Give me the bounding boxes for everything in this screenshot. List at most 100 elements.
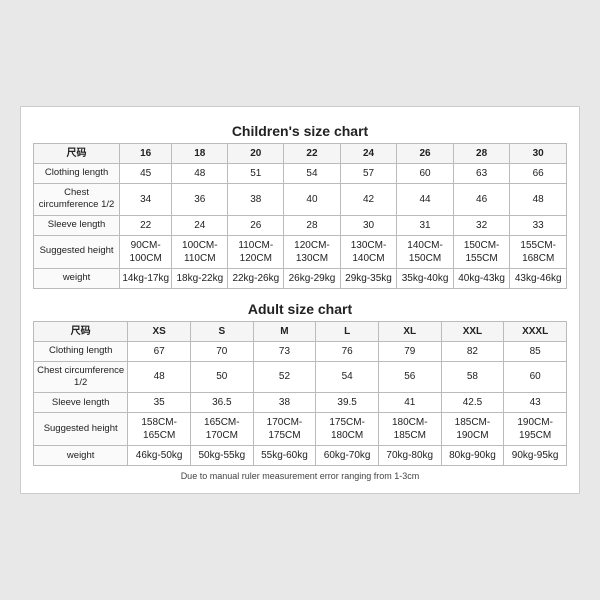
children-size-table: 尺码1618202224262830 Clothing length454851… xyxy=(33,143,567,289)
footer-note: Due to manual ruler measurement error ra… xyxy=(33,466,567,483)
adult-header-row: 尺码XSSMLXLXXLXXXL xyxy=(34,321,567,341)
cell-r4-c4: 29kg-35kg xyxy=(340,268,397,288)
row-label-2: Sleeve length xyxy=(34,393,128,413)
cell-r3-c1: 100CM-110CM xyxy=(172,235,228,268)
cell-r0-c5: 82 xyxy=(441,341,504,361)
cell-r0-c2: 73 xyxy=(253,341,316,361)
header-cell-8: 30 xyxy=(510,143,567,163)
cell-r0-c7: 66 xyxy=(510,163,567,183)
row-label-4: weight xyxy=(34,446,128,466)
table-row: Sleeve length2224262830313233 xyxy=(34,215,567,235)
header-cell-0: 尺码 xyxy=(34,143,120,163)
table-row: Chest circumference 1/248505254565860 xyxy=(34,361,567,393)
size-chart-container: Children's size chart 尺码1618202224262830… xyxy=(20,106,580,494)
header-cell-4: 22 xyxy=(284,143,341,163)
row-label-3: Suggested height xyxy=(34,413,128,446)
cell-r3-c5: 185CM-190CM xyxy=(441,413,504,446)
table-row: Chest circumference 1/23436384042444648 xyxy=(34,183,567,215)
cell-r0-c5: 60 xyxy=(397,163,454,183)
cell-r1-c2: 38 xyxy=(228,183,284,215)
cell-r4-c6: 40kg-43kg xyxy=(453,268,510,288)
cell-r0-c1: 48 xyxy=(172,163,228,183)
cell-r2-c2: 26 xyxy=(228,215,284,235)
table-row: Suggested height90CM-100CM100CM-110CM110… xyxy=(34,235,567,268)
header-cell-7: XXXL xyxy=(504,321,567,341)
cell-r1-c1: 50 xyxy=(190,361,253,393)
header-cell-4: L xyxy=(316,321,379,341)
header-cell-2: 18 xyxy=(172,143,228,163)
cell-r1-c4: 56 xyxy=(378,361,441,393)
header-cell-1: 16 xyxy=(120,143,172,163)
table-row: Clothing length67707376798285 xyxy=(34,341,567,361)
cell-r0-c6: 85 xyxy=(504,341,567,361)
cell-r4-c0: 46kg-50kg xyxy=(128,446,191,466)
cell-r3-c4: 130CM-140CM xyxy=(340,235,397,268)
header-cell-6: XXL xyxy=(441,321,504,341)
header-cell-2: S xyxy=(190,321,253,341)
cell-r3-c5: 140CM-150CM xyxy=(397,235,454,268)
cell-r1-c7: 48 xyxy=(510,183,567,215)
cell-r1-c4: 42 xyxy=(340,183,397,215)
cell-r2-c6: 32 xyxy=(453,215,510,235)
row-label-1: Chest circumference 1/2 xyxy=(34,183,120,215)
header-cell-6: 26 xyxy=(397,143,454,163)
cell-r1-c2: 52 xyxy=(253,361,316,393)
cell-r4-c7: 43kg-46kg xyxy=(510,268,567,288)
cell-r1-c3: 40 xyxy=(284,183,341,215)
cell-r0-c4: 57 xyxy=(340,163,397,183)
cell-r0-c3: 54 xyxy=(284,163,341,183)
cell-r2-c6: 43 xyxy=(504,393,567,413)
cell-r1-c5: 58 xyxy=(441,361,504,393)
cell-r3-c3: 120CM-130CM xyxy=(284,235,341,268)
row-label-3: Suggested height xyxy=(34,235,120,268)
cell-r0-c2: 51 xyxy=(228,163,284,183)
cell-r4-c3: 60kg-70kg xyxy=(316,446,379,466)
cell-r2-c2: 38 xyxy=(253,393,316,413)
cell-r2-c4: 41 xyxy=(378,393,441,413)
cell-r1-c3: 54 xyxy=(316,361,379,393)
cell-r2-c1: 36.5 xyxy=(190,393,253,413)
cell-r4-c3: 26kg-29kg xyxy=(284,268,341,288)
cell-r0-c4: 79 xyxy=(378,341,441,361)
cell-r3-c4: 180CM-185CM xyxy=(378,413,441,446)
cell-r0-c1: 70 xyxy=(190,341,253,361)
cell-r3-c2: 170CM-175CM xyxy=(253,413,316,446)
cell-r4-c2: 22kg-26kg xyxy=(228,268,284,288)
table-row: Sleeve length3536.53839.54142.543 xyxy=(34,393,567,413)
cell-r0-c0: 45 xyxy=(120,163,172,183)
cell-r4-c4: 70kg-80kg xyxy=(378,446,441,466)
cell-r2-c0: 35 xyxy=(128,393,191,413)
table-row: weight46kg-50kg50kg-55kg55kg-60kg60kg-70… xyxy=(34,446,567,466)
table-row: weight14kg-17kg18kg-22kg22kg-26kg26kg-29… xyxy=(34,268,567,288)
cell-r4-c0: 14kg-17kg xyxy=(120,268,172,288)
children-header-row: 尺码1618202224262830 xyxy=(34,143,567,163)
cell-r2-c1: 24 xyxy=(172,215,228,235)
cell-r1-c5: 44 xyxy=(397,183,454,215)
cell-r3-c0: 158CM-165CM xyxy=(128,413,191,446)
row-label-2: Sleeve length xyxy=(34,215,120,235)
header-cell-1: XS xyxy=(128,321,191,341)
row-label-0: Clothing length xyxy=(34,163,120,183)
cell-r1-c6: 46 xyxy=(453,183,510,215)
cell-r0-c6: 63 xyxy=(453,163,510,183)
cell-r4-c2: 55kg-60kg xyxy=(253,446,316,466)
table-row: Clothing length4548515457606366 xyxy=(34,163,567,183)
cell-r2-c0: 22 xyxy=(120,215,172,235)
row-label-1: Chest circumference 1/2 xyxy=(34,361,128,393)
adult-size-table: 尺码XSSMLXLXXLXXXL Clothing length67707376… xyxy=(33,321,567,467)
cell-r3-c6: 190CM-195CM xyxy=(504,413,567,446)
cell-r2-c5: 42.5 xyxy=(441,393,504,413)
cell-r3-c6: 150CM-155CM xyxy=(453,235,510,268)
header-cell-0: 尺码 xyxy=(34,321,128,341)
cell-r0-c3: 76 xyxy=(316,341,379,361)
table-row: Suggested height158CM-165CM165CM-170CM17… xyxy=(34,413,567,446)
cell-r3-c1: 165CM-170CM xyxy=(190,413,253,446)
cell-r4-c1: 50kg-55kg xyxy=(190,446,253,466)
cell-r4-c5: 35kg-40kg xyxy=(397,268,454,288)
cell-r4-c5: 80kg-90kg xyxy=(441,446,504,466)
cell-r3-c2: 110CM-120CM xyxy=(228,235,284,268)
cell-r1-c1: 36 xyxy=(172,183,228,215)
cell-r4-c1: 18kg-22kg xyxy=(172,268,228,288)
cell-r2-c5: 31 xyxy=(397,215,454,235)
cell-r3-c3: 175CM-180CM xyxy=(316,413,379,446)
